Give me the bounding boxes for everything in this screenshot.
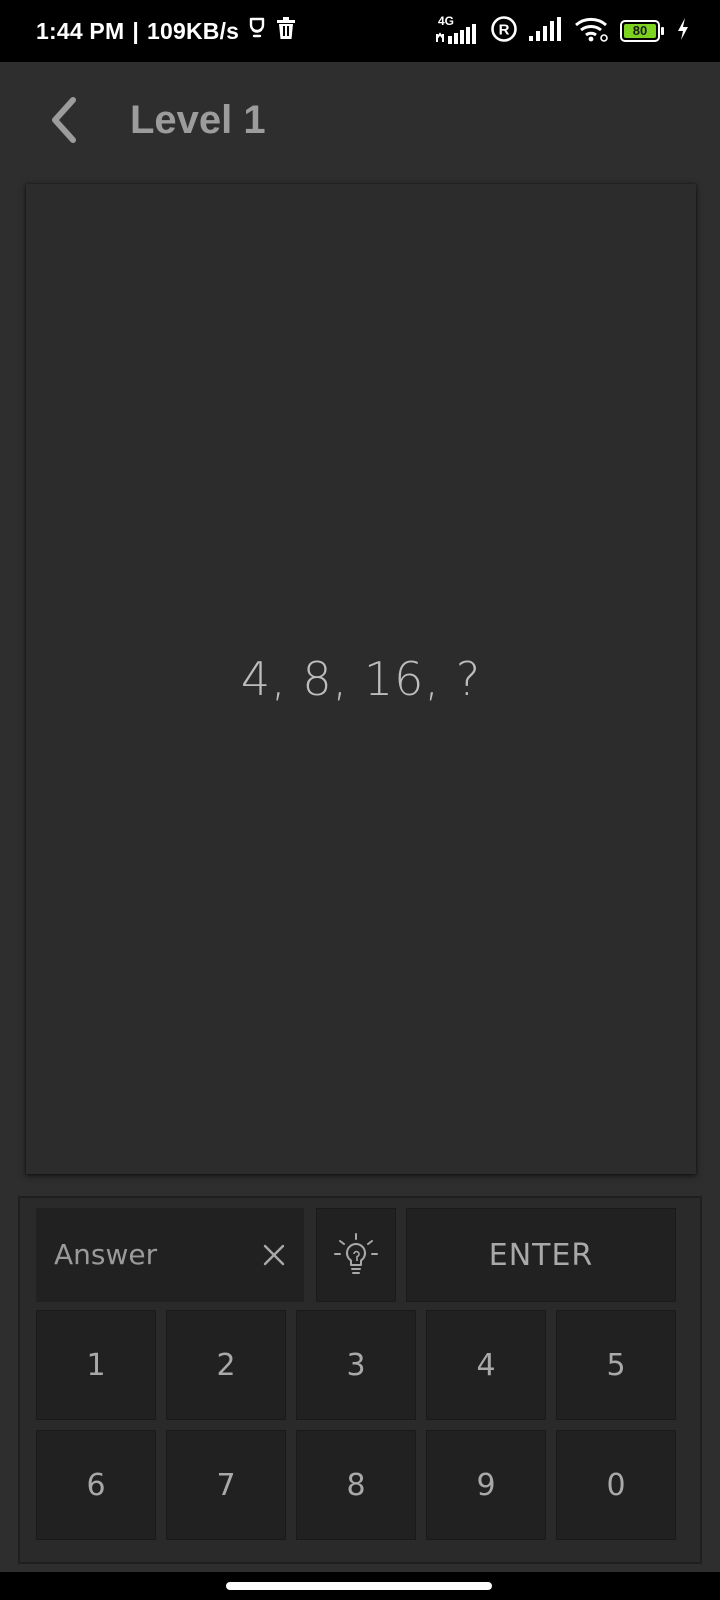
status-net-speed: 109KB/s <box>146 17 240 44</box>
home-indicator[interactable] <box>226 1582 492 1590</box>
status-left: 1:44 PM | 109KB/s <box>36 0 297 62</box>
answer-input[interactable]: Answer <box>36 1208 304 1302</box>
digit-7-button[interactable]: 7 <box>166 1430 286 1540</box>
charging-icon <box>676 17 690 46</box>
digit-9-button[interactable]: 9 <box>426 1430 546 1540</box>
puzzle-card: 4, 8, 16, ? <box>26 184 696 1174</box>
lightbulb-icon <box>334 1233 378 1274</box>
digit-5-button[interactable]: 5 <box>556 1310 676 1420</box>
answer-placeholder: Answer <box>54 1238 158 1271</box>
status-right: 4G R 80 <box>434 0 690 62</box>
digit-8-button[interactable]: 8 <box>296 1430 416 1540</box>
enter-button[interactable]: ENTER <box>406 1208 676 1302</box>
app-screen: Level 1 4, 8, 16, ? Answer ENTER 1 2 3 4… <box>0 62 720 1572</box>
chevron-left-icon <box>52 97 76 143</box>
digit-0-button[interactable]: 0 <box>556 1430 676 1540</box>
registered-icon: R <box>490 15 518 48</box>
clipboard-icon <box>247 16 267 46</box>
back-button[interactable] <box>34 88 94 152</box>
status-bar: 1:44 PM | 109KB/s 4G R 80 <box>0 0 720 62</box>
close-icon <box>263 1244 285 1266</box>
puzzle-question: 4, 8, 16, ? <box>240 652 482 706</box>
digit-6-button[interactable]: 6 <box>36 1430 156 1540</box>
signal-4g-icon: 4G <box>434 14 480 46</box>
digit-2-button[interactable]: 2 <box>166 1310 286 1420</box>
digit-3-button[interactable]: 3 <box>296 1310 416 1420</box>
svg-text:R: R <box>499 21 510 38</box>
clear-button[interactable] <box>254 1235 294 1275</box>
wifi-icon <box>574 15 610 48</box>
page-title: Level 1 <box>130 98 266 142</box>
digit-4-button[interactable]: 4 <box>426 1310 546 1420</box>
status-separator: | <box>132 17 139 44</box>
battery-icon: 80 <box>620 19 666 43</box>
toolbar: Level 1 <box>0 62 720 178</box>
signal-icon <box>528 16 564 47</box>
hint-button[interactable] <box>316 1208 396 1302</box>
digit-1-button[interactable]: 1 <box>36 1310 156 1420</box>
navigation-bar <box>0 1572 720 1600</box>
trash-icon <box>275 16 297 46</box>
battery-level: 80 <box>632 23 648 38</box>
keypad-panel: Answer ENTER 1 2 3 4 5 6 7 8 9 0 <box>18 1196 702 1564</box>
status-time: 1:44 PM <box>36 17 125 44</box>
